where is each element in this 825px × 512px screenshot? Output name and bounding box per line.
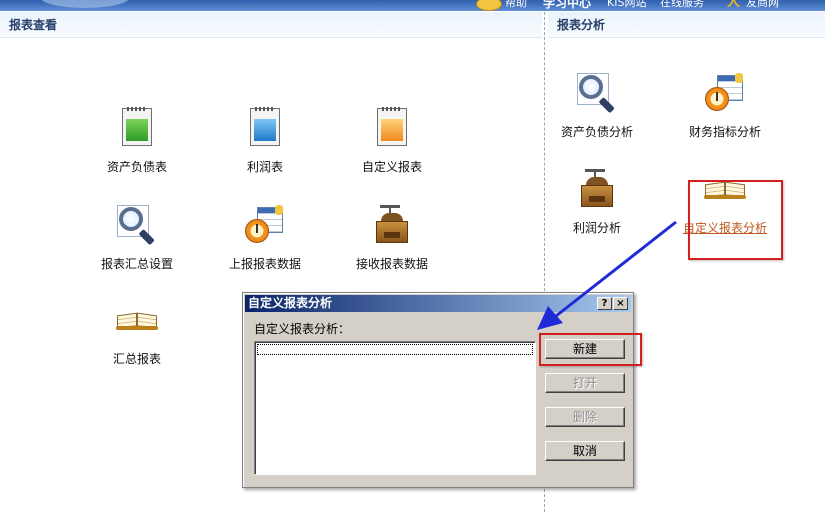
help-icon[interactable]: ? (597, 297, 612, 310)
tile-label: 汇总报表 (112, 352, 161, 366)
tile-label: 资产负债分析 (560, 125, 633, 139)
help-link[interactable]: 帮助 (505, 0, 527, 10)
tile-label: 上报报表数据 (228, 257, 301, 271)
banner-logo-swoosh (40, 0, 130, 8)
tile-summary-report[interactable]: 汇总报表 (77, 300, 197, 367)
list-caption: 自定义报表分析： (254, 322, 351, 336)
report-analysis-header: 报表分析 (548, 12, 825, 38)
dialog-titlebar: 自定义报表分析 ? × (245, 295, 631, 312)
tile-report-summary-settings[interactable]: 报表汇总设置 (77, 205, 197, 272)
tile-label: 利润表 (246, 160, 283, 174)
kis-site-link[interactable]: KIS网站 (607, 0, 646, 10)
magnifier-icon (117, 205, 157, 246)
tile-receive-report-data[interactable]: 接收报表数据 (332, 205, 452, 272)
delete-button[interactable]: 删除 (545, 407, 625, 427)
report-view-header: 报表查看 (0, 12, 542, 38)
open-button[interactable]: 打开 (545, 373, 625, 393)
tile-label: 资产负债表 (106, 160, 167, 174)
partner-site-link[interactable]: 友商网 (746, 0, 779, 10)
tile-label: 自定义报表 (361, 160, 422, 174)
clock-calendar-icon (245, 205, 285, 245)
orange-spreadsheet-icon (372, 107, 412, 148)
tile-label: 财务指标分析 (688, 125, 761, 139)
tile-balance-analysis[interactable]: 资产负债分析 (537, 73, 657, 140)
grinder-icon (577, 169, 617, 209)
tile-financial-indicator-analysis[interactable]: 财务指标分析 (665, 73, 785, 140)
tile-balance-sheet[interactable]: 资产负债表 (77, 107, 197, 175)
green-spreadsheet-icon (117, 107, 157, 148)
partner-icon: 人 (727, 0, 741, 10)
open-book-icon (116, 300, 158, 340)
dialog-title: 自定义报表分析 (248, 296, 333, 310)
list-focus-row[interactable] (257, 344, 533, 355)
tile-profit-analysis[interactable]: 利润分析 (537, 169, 657, 236)
tile-custom-report[interactable]: 自定义报表 (332, 107, 452, 175)
top-banner: 帮助 学习中心 KIS网站 在线服务 人 友商网 (0, 0, 825, 11)
grinder-icon (372, 205, 412, 245)
tile-income-statement[interactable]: 利润表 (205, 107, 325, 175)
clock-calendar-icon (705, 73, 745, 113)
report-list[interactable] (254, 341, 536, 475)
cancel-button[interactable]: 取消 (545, 441, 625, 461)
blue-spreadsheet-icon (245, 107, 285, 148)
custom-report-analysis-dialog: 自定义报表分析 ? × 自定义报表分析： 新建 打开 删除 取消 (242, 292, 634, 488)
tile-label: 报表汇总设置 (100, 257, 173, 271)
highlight-box-new-button (539, 333, 642, 366)
help-icon (476, 0, 502, 11)
learning-center-link[interactable]: 学习中心 (543, 0, 591, 10)
tile-upload-report-data[interactable]: 上报报表数据 (205, 205, 325, 272)
highlight-box-custom-analysis (688, 180, 783, 260)
tile-label: 接收报表数据 (355, 257, 428, 271)
online-service-link[interactable]: 在线服务 (660, 0, 704, 10)
tile-label: 利润分析 (572, 221, 621, 235)
close-icon[interactable]: × (613, 297, 628, 310)
magnifier-icon (577, 73, 617, 114)
